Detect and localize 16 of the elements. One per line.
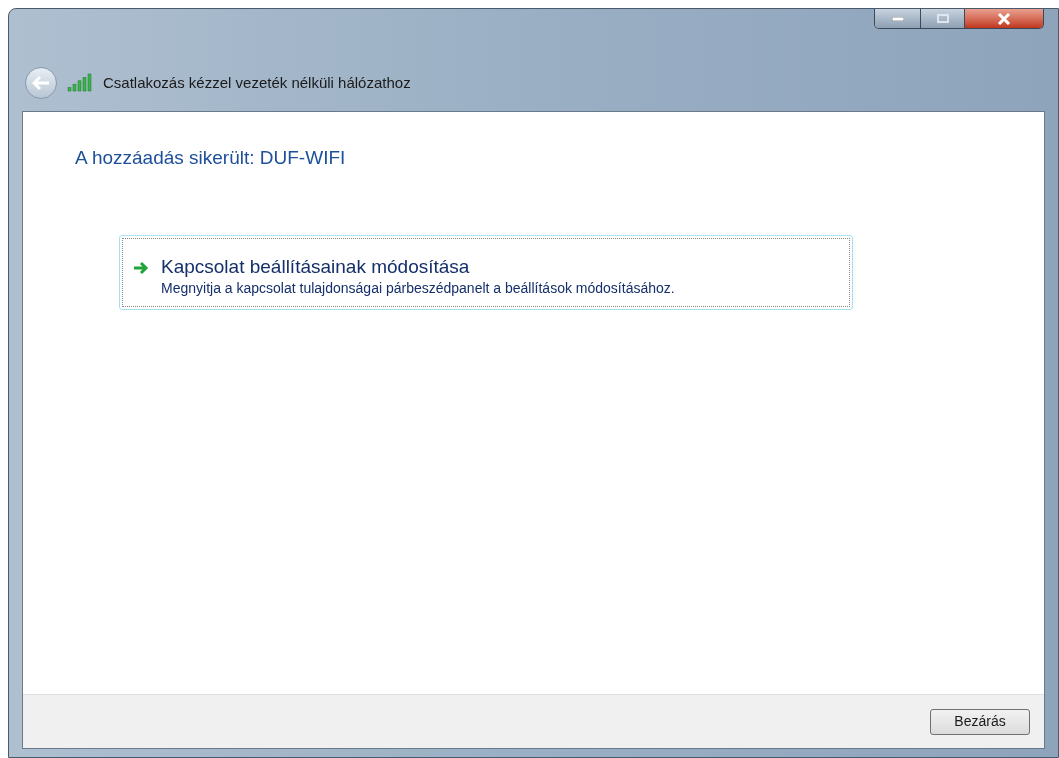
back-button[interactable] — [25, 67, 57, 99]
minimize-button[interactable] — [875, 9, 921, 28]
back-arrow-icon — [32, 76, 50, 90]
maximize-button[interactable] — [921, 9, 965, 28]
command-link[interactable]: Kapcsolat beállításainak módosítása Megnyitja a kapcsolat tulajdonságai párbeszédpanelt a beállítások módosításához. — [119, 234, 853, 310]
command-link-description: Megnyitja a kapcsolat tulajdonságai párbeszédpanelt a beállítások módosításához. — [161, 278, 676, 298]
command-link-title: Kapcsolat beállításainak módosítása — [161, 254, 471, 279]
arrow-icon — [133, 260, 149, 275]
minimize-icon — [891, 16, 904, 21]
close-icon — [997, 12, 1011, 25]
close-dialog-button[interactable]: Bezárás — [930, 708, 1030, 735]
success-heading: A hozzáadás sikerült: DUF-WIFI — [75, 146, 347, 170]
maximize-icon — [936, 14, 949, 23]
window-title: Csatlakozás kézzel vezeték nélküli hálózathoz — [103, 72, 411, 93]
close-button[interactable] — [965, 9, 1043, 28]
signal-bars-icon — [67, 73, 93, 93]
